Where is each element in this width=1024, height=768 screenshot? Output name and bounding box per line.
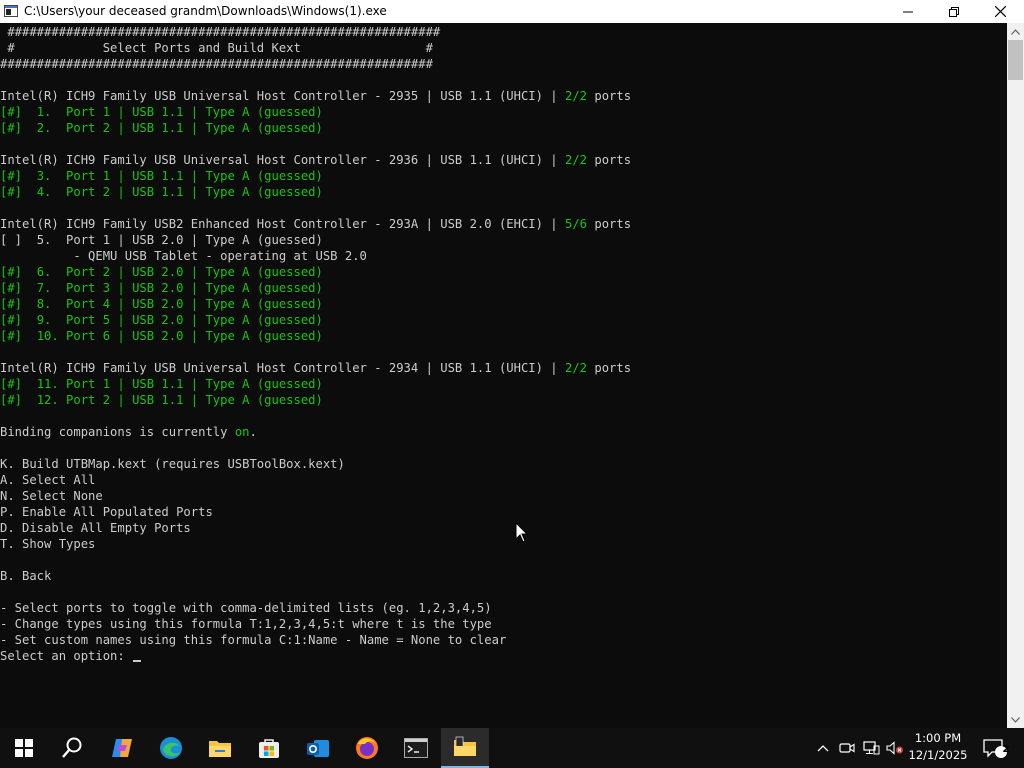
menu-option-back: B. Back <box>0 569 52 583</box>
port-row: [#] 8. Port 4 | USB 2.0 | Type A (guesse… <box>0 297 323 311</box>
copilot-button[interactable] <box>98 728 146 768</box>
banner-line: ########################################… <box>0 57 433 71</box>
outlook-button[interactable] <box>294 728 342 768</box>
text-cursor <box>133 660 142 662</box>
binding-status: Binding companions is currently on. <box>0 425 257 439</box>
port-row: [#] 7. Port 3 | USB 2.0 | Type A (guesse… <box>0 281 323 295</box>
edge-button[interactable] <box>147 728 195 768</box>
help-line: - Change types using this formula T:1,2,… <box>0 617 492 631</box>
port-row: [#] 9. Port 5 | USB 2.0 | Type A (guesse… <box>0 313 323 327</box>
network-button[interactable] <box>860 728 882 768</box>
port-row: [#] 1. Port 1 | USB 1.1 | Type A (guesse… <box>0 105 323 119</box>
file-explorer-button[interactable] <box>196 728 244 768</box>
port-row: [ ] 5. Port 1 | USB 2.0 | Type A (guesse… <box>0 233 323 247</box>
menu-option-show-types: T. Show Types <box>0 537 96 551</box>
firefox-button[interactable] <box>343 728 391 768</box>
controller-header: Intel(R) ICH9 Family USB2 Enhanced Host … <box>0 217 632 231</box>
active-app-button[interactable] <box>441 728 489 768</box>
volume-muted-icon <box>886 741 903 755</box>
meet-now-icon <box>839 743 855 753</box>
controller-header: Intel(R) ICH9 Family USB Universal Host … <box>0 89 632 103</box>
menu-option-select-none: N. Select None <box>0 489 103 503</box>
scroll-down-icon <box>1011 716 1020 723</box>
console-window: C:\Users\your deceased grandm\Downloads\… <box>0 0 1024 728</box>
port-device: - QEMU USB Tablet - operating at USB 2.0 <box>0 249 367 263</box>
menu-option-select-all: A. Select All <box>0 473 96 487</box>
chevron-up-icon <box>817 745 829 752</box>
notification-center-button[interactable]: 2 <box>978 728 1012 768</box>
scroll-down-button[interactable] <box>1007 711 1024 728</box>
clock-time: 1:00 PM <box>914 731 962 745</box>
port-row: [#] 12. Port 2 | USB 1.1 | Type A (guess… <box>0 393 323 407</box>
outlook-icon <box>307 740 329 757</box>
banner-line: ########################################… <box>0 25 441 39</box>
minimize-icon <box>903 11 913 12</box>
input-prompt[interactable]: Select an option: <box>0 648 142 664</box>
restore-button[interactable] <box>931 0 977 23</box>
port-row: [#] 6. Port 2 | USB 2.0 | Type A (guesse… <box>0 265 323 279</box>
notification-count: 2 <box>1002 744 1010 755</box>
close-icon <box>994 6 1006 17</box>
port-row: [#] 10. Port 6 | USB 2.0 | Type A (guess… <box>0 329 323 343</box>
clock-date: 12/1/2025 <box>908 748 968 762</box>
microsoft-store-icon <box>259 739 279 758</box>
port-row: [#] 3. Port 1 | USB 1.1 | Type A (guesse… <box>0 169 323 183</box>
title-bar[interactable]: C:\Users\your deceased grandm\Downloads\… <box>0 0 1024 23</box>
console-app-icon <box>4 4 18 18</box>
scroll-up-icon <box>1011 28 1020 35</box>
port-row: [#] 2. Port 2 | USB 1.1 | Type A (guesse… <box>0 121 323 135</box>
scroll-thumb[interactable] <box>1008 40 1023 80</box>
terminal-button[interactable] <box>392 728 440 768</box>
scroll-up-button[interactable] <box>1007 23 1024 40</box>
start-button[interactable] <box>0 728 48 768</box>
terminal-icon <box>404 738 428 758</box>
firefox-icon <box>356 737 378 759</box>
show-hidden-icons-button[interactable] <box>812 728 834 768</box>
minimize-button[interactable] <box>885 0 931 23</box>
banner-title: # Select Ports and Build Kext # <box>0 41 433 55</box>
window-title: C:\Users\your deceased grandm\Downloads\… <box>24 4 387 18</box>
system-clock[interactable]: 1:00 PM 12/1/2025 <box>903 730 973 766</box>
search-icon <box>62 737 82 758</box>
help-line: - Select ports to toggle with comma-deli… <box>0 601 492 615</box>
mouse-pointer-icon <box>515 522 529 543</box>
controller-header: Intel(R) ICH9 Family USB Universal Host … <box>0 361 632 375</box>
search-button[interactable] <box>48 728 96 768</box>
restore-icon <box>949 6 959 17</box>
file-explorer-icon <box>209 741 231 757</box>
file-explorer-active-icon <box>454 736 476 756</box>
port-row: [#] 4. Port 2 | USB 1.1 | Type A (guesse… <box>0 185 323 199</box>
help-line: - Set custom names using this formula C:… <box>0 633 507 647</box>
port-row: [#] 11. Port 1 | USB 1.1 | Type A (guess… <box>0 377 323 391</box>
controller-header: Intel(R) ICH9 Family USB Universal Host … <box>0 153 632 167</box>
microsoft-store-button[interactable] <box>245 728 293 768</box>
copilot-icon <box>112 739 132 757</box>
vertical-scrollbar[interactable] <box>1007 23 1024 728</box>
network-icon <box>862 740 879 754</box>
menu-option-build: K. Build UTBMap.kext (requires USBToolBo… <box>0 457 345 471</box>
console-output[interactable]: ########################################… <box>0 23 1007 728</box>
taskbar: 1:00 PM 12/1/2025 2 <box>0 728 1024 768</box>
meet-now-button[interactable] <box>836 728 858 768</box>
windows-start-icon <box>15 739 33 757</box>
menu-option-disable-empty: D. Disable All Empty Ports <box>0 521 191 535</box>
menu-option-enable-populated: P. Enable All Populated Ports <box>0 505 213 519</box>
close-button[interactable] <box>977 0 1023 23</box>
edge-icon <box>160 737 182 759</box>
